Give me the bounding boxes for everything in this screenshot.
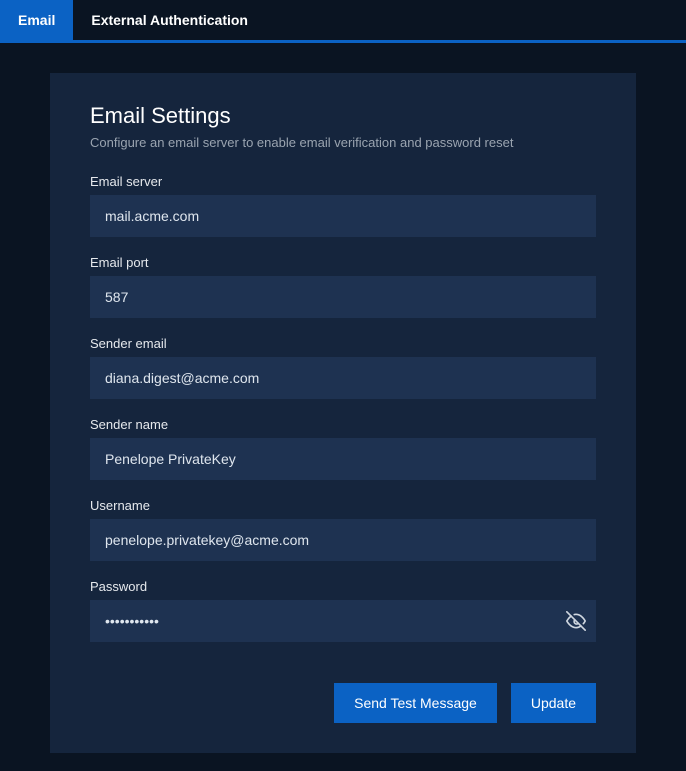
actions: Send Test Message Update (334, 683, 596, 723)
tab-external-authentication[interactable]: External Authentication (73, 0, 266, 40)
sender-email-input[interactable] (90, 357, 596, 399)
update-button[interactable]: Update (511, 683, 596, 723)
page-title: Email Settings (90, 103, 596, 129)
sender-name-label: Sender name (90, 417, 596, 432)
field-email-port: Email port (90, 255, 596, 318)
tab-email[interactable]: Email (0, 0, 73, 40)
eye-off-icon[interactable] (566, 611, 586, 631)
field-sender-name: Sender name (90, 417, 596, 480)
username-label: Username (90, 498, 596, 513)
page-subtitle: Configure an email server to enable emai… (90, 135, 596, 150)
email-port-input[interactable] (90, 276, 596, 318)
field-password: Password (90, 579, 596, 642)
email-server-label: Email server (90, 174, 596, 189)
sender-email-label: Sender email (90, 336, 596, 351)
field-username: Username (90, 498, 596, 561)
sender-name-input[interactable] (90, 438, 596, 480)
email-server-input[interactable] (90, 195, 596, 237)
email-port-label: Email port (90, 255, 596, 270)
field-sender-email: Sender email (90, 336, 596, 399)
password-label: Password (90, 579, 596, 594)
send-test-message-button[interactable]: Send Test Message (334, 683, 497, 723)
settings-panel: Email Settings Configure an email server… (50, 73, 636, 753)
password-input[interactable] (90, 600, 596, 642)
field-email-server: Email server (90, 174, 596, 237)
tabs: Email External Authentication (0, 0, 686, 43)
username-input[interactable] (90, 519, 596, 561)
